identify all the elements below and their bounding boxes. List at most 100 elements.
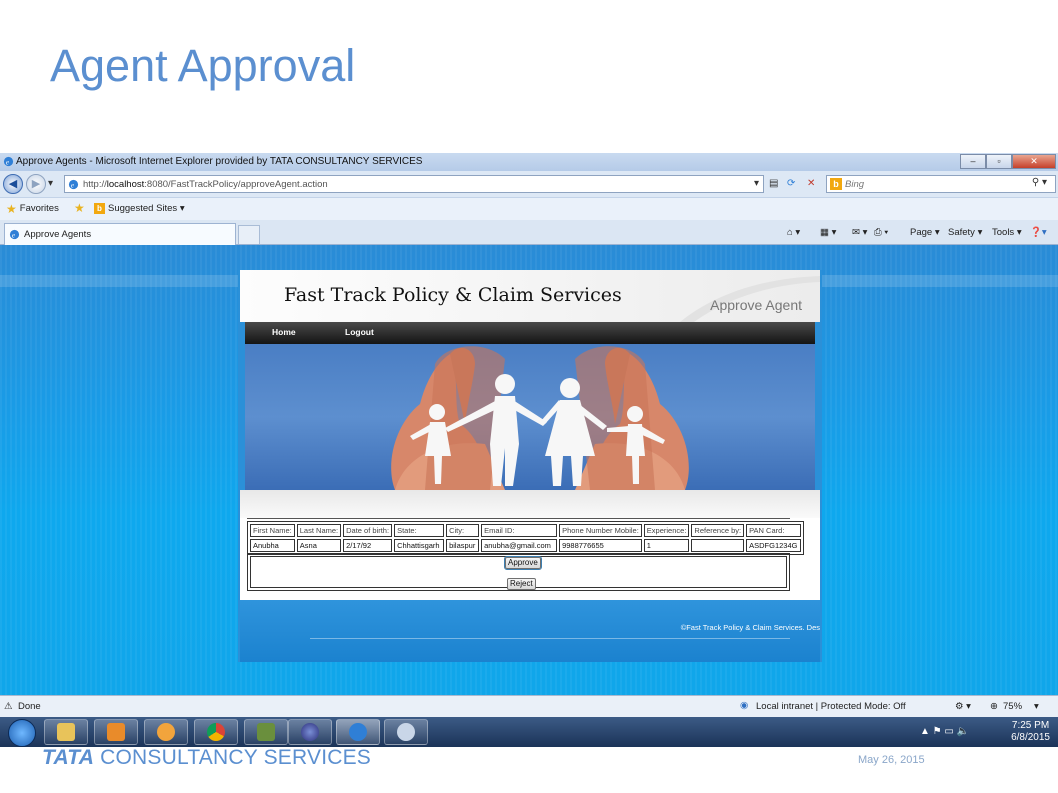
agent-details-table: First Name: Last Name: Date of birth: St… (247, 521, 805, 555)
tools-menu[interactable]: Tools ▾ (992, 227, 1022, 238)
address-row: ◀ ▶ ▾ e http://localhost:8080/FastTrackP… (0, 171, 1058, 197)
ie-icon: e (9, 229, 20, 239)
approve-button[interactable]: Approve (504, 556, 542, 570)
new-tab-button[interactable] (238, 225, 260, 244)
address-dropdown[interactable]: ▾ (754, 175, 759, 193)
slide-title: Agent Approval (50, 40, 356, 91)
logo-rest: CONSULTANCY SERVICES (94, 746, 372, 769)
zone-icon: ◉ (740, 700, 749, 711)
table-header-cell: PAN Card: (746, 524, 802, 537)
address-path: :8080/FastTrackPolicy/approveAgent.actio… (144, 179, 328, 190)
taskbar-eclipse[interactable] (288, 719, 332, 745)
tab-row: e Approve Agents ⌂ ▾ ▦ ▾ ✉ ▾ ⎙ ▾ Page ▾ … (0, 220, 1058, 245)
warning-icon: ⚠ (4, 701, 13, 712)
clock[interactable]: 7:25 PM 6/8/2015 (1011, 720, 1050, 744)
slide-date: May 26, 2015 (858, 754, 925, 766)
tab-approve-agents[interactable]: e Approve Agents (4, 223, 236, 245)
table-row: Anubha Asna 2/17/92 Chhattisgarh bilaspu… (250, 539, 802, 552)
stop-icon[interactable]: ✕ (807, 175, 815, 193)
page-heading: Approve Agent (710, 297, 802, 313)
table-cell (691, 539, 745, 552)
maximize-button[interactable]: ▫ (986, 154, 1012, 169)
taskbar-paint[interactable] (384, 719, 428, 745)
site-footer: ©Fast Track Policy & Claim Services. Des (240, 600, 820, 662)
search-placeholder: Bing (845, 179, 865, 190)
forward-button[interactable]: ▶ (26, 174, 46, 194)
web-page: Fast Track Policy & Claim Services Appro… (238, 270, 822, 662)
favorites-button[interactable]: ★ Favorites (6, 203, 59, 215)
table-cell: 1 (643, 539, 690, 552)
table-cell: Anubha (250, 539, 295, 552)
add-favorite-button[interactable]: ★ (74, 202, 85, 214)
status-text: Done (18, 701, 41, 712)
table-cell: Chhattisgarh (394, 539, 445, 552)
security-zone[interactable]: Local intranet | Protected Mode: Off (756, 701, 906, 712)
page-icon: e (68, 179, 79, 189)
site-nav: Home Logout (245, 322, 815, 344)
compatibility-icon[interactable]: ▤ (769, 175, 778, 193)
address-prefix: http:// (83, 179, 107, 190)
actions-inner: Approve Reject (250, 556, 787, 590)
taskbar-remote[interactable] (244, 719, 288, 745)
close-button[interactable]: ✕ (1012, 154, 1056, 169)
refresh-icon[interactable]: ⟳ (787, 175, 795, 193)
table-cell: anubha@gmail.com (481, 539, 558, 552)
zoom-icon: ⊕ (990, 701, 998, 712)
clock-time: 7:25 PM (1011, 720, 1050, 731)
start-button[interactable] (8, 719, 36, 747)
site-header: Fast Track Policy & Claim Services Appro… (240, 270, 820, 322)
taskbar-chrome[interactable] (194, 719, 238, 745)
site-brand: Fast Track Policy & Claim Services (284, 284, 622, 306)
search-input[interactable]: b Bing ⚲ ▾ (826, 175, 1056, 193)
table-header-cell: Date of birth: (343, 524, 393, 537)
header-swoosh (680, 276, 820, 322)
favorites-label: Favorites (19, 203, 59, 214)
table-cell: Asna (296, 539, 342, 552)
table-cell: 2/17/92 (343, 539, 393, 552)
nav-logout[interactable]: Logout (345, 327, 374, 337)
mail-icon[interactable]: ✉ ▾ (852, 227, 867, 238)
taskbar-explorer[interactable] (44, 719, 88, 745)
family-banner (245, 344, 815, 490)
table-header-cell: Last Name: (296, 524, 342, 537)
taskbar-app[interactable] (144, 719, 188, 745)
bing-icon: b (94, 203, 105, 214)
home-icon[interactable]: ⌂ ▾ (787, 227, 800, 238)
slide: Agent Approval e Approve Agents - Micros… (0, 0, 1058, 793)
protected-mode-icon[interactable]: ⚙ ▾ (955, 701, 971, 712)
help-icon[interactable]: ❓▾ (1030, 227, 1047, 238)
tray-icons[interactable]: ▲ ⚑ ▭ 🔈 (920, 726, 969, 737)
taskbar-internet-explorer[interactable] (336, 719, 380, 745)
taskbar: ▲ ⚑ ▭ 🔈 7:25 PM 6/8/2015 (0, 717, 1058, 747)
minimize-button[interactable]: – (960, 154, 986, 169)
actions-box: Approve Reject (247, 553, 790, 591)
browser-window: e Approve Agents - Microsoft Internet Ex… (0, 153, 1058, 747)
table-header-cell: City: (446, 524, 480, 537)
table-header-cell: Experience: (643, 524, 690, 537)
zoom-dropdown[interactable]: ▾ (1034, 701, 1039, 712)
reject-button[interactable]: Reject (507, 578, 536, 590)
print-icon[interactable]: ⎙ ▾ (874, 227, 888, 238)
page-menu[interactable]: Page ▾ (910, 227, 940, 238)
address-bar[interactable]: e http://localhost:8080/FastTrackPolicy/… (64, 175, 764, 193)
ie-icon: e (3, 156, 14, 166)
table-cell: ASDFG1234G (746, 539, 802, 552)
address-host: localhost (106, 179, 145, 190)
back-button[interactable]: ◀ (3, 174, 23, 194)
taskbar-media-player[interactable] (94, 719, 138, 745)
suggested-sites-label: Suggested Sites ▾ (108, 203, 185, 214)
table-header-cell: First Name: (250, 524, 295, 537)
recent-pages-dropdown[interactable]: ▾ (48, 175, 53, 193)
zoom-level[interactable]: 75% (1003, 701, 1022, 712)
agent-form-area: First Name: Last Name: Date of birth: St… (240, 518, 820, 600)
table-header-cell: Phone Number Mobile: (559, 524, 642, 537)
nav-home[interactable]: Home (272, 327, 296, 337)
search-icon[interactable]: ⚲ ▾ (1032, 177, 1047, 188)
status-bar: ⚠ Done ◉ Local intranet | Protected Mode… (0, 695, 1058, 717)
suggested-sites-button[interactable]: b Suggested Sites ▾ (94, 203, 185, 214)
bing-icon: b (830, 178, 842, 190)
tcs-logo: TATA CONSULTANCY SERVICES (42, 746, 371, 770)
safety-menu[interactable]: Safety ▾ (948, 227, 982, 238)
feeds-icon[interactable]: ▦ ▾ (820, 227, 836, 238)
table-cell: bilaspur (446, 539, 480, 552)
